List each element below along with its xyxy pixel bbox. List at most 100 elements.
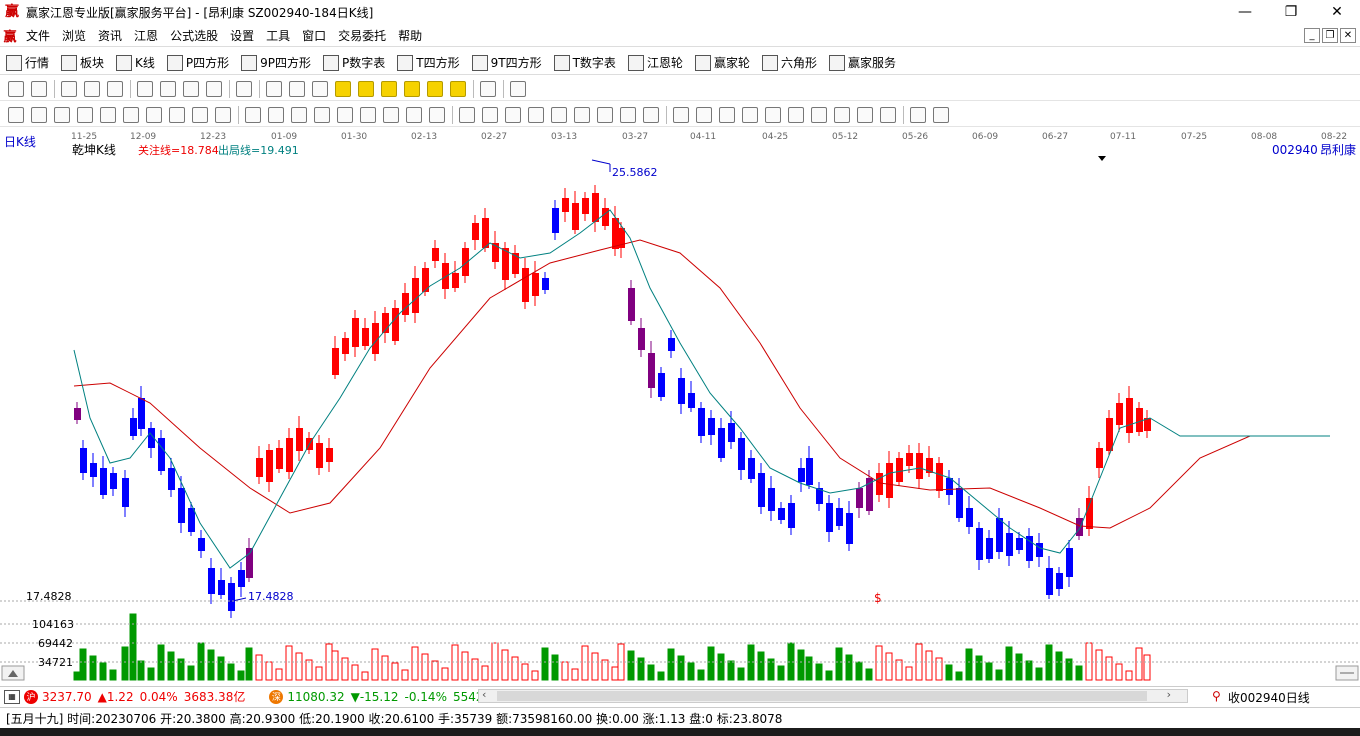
draw-tool-19-icon[interactable]: [480, 80, 496, 97]
draw-tool-3-icon[interactable]: [84, 80, 100, 97]
menu-gann[interactable]: 江恩: [128, 27, 164, 44]
draw-tool-16-icon[interactable]: [404, 80, 420, 97]
analysis-tool-39-icon[interactable]: [933, 106, 949, 123]
toolbar-item-5[interactable]: P数字表: [323, 54, 385, 71]
analysis-tool-13-icon[interactable]: [314, 106, 330, 123]
analysis-tool-6-icon[interactable]: [146, 106, 162, 123]
analysis-tool-8-icon[interactable]: [192, 106, 208, 123]
analysis-tool-27-icon[interactable]: [643, 106, 659, 123]
analysis-tool-11-icon[interactable]: [268, 106, 284, 123]
analysis-tool-16-icon[interactable]: [383, 106, 399, 123]
analysis-tool-17-icon[interactable]: [406, 106, 422, 123]
dropdown-arrow-icon[interactable]: [1098, 156, 1106, 161]
draw-tool-20-icon[interactable]: [510, 80, 526, 97]
minimize-button[interactable]: —: [1222, 0, 1268, 24]
scrollbar-thumb[interactable]: [497, 691, 1147, 701]
menu-browse[interactable]: 浏览: [56, 27, 92, 44]
analysis-tool-31-icon[interactable]: [742, 106, 758, 123]
toolbar-item-10[interactable]: 赢家轮: [694, 54, 750, 71]
toolbar-item-6[interactable]: T四方形: [397, 54, 460, 71]
sh-index-icon[interactable]: 沪: [24, 689, 38, 704]
analysis-tool-30-icon[interactable]: [719, 106, 735, 123]
analysis-tool-26-icon[interactable]: [620, 106, 636, 123]
analysis-tool-10-icon[interactable]: [245, 106, 261, 123]
analysis-tool-3-icon[interactable]: [77, 106, 93, 123]
mdi-minimize-button[interactable]: _: [1304, 28, 1320, 43]
toolbar-item-0[interactable]: 行情: [6, 54, 49, 71]
close-button[interactable]: ✕: [1314, 0, 1360, 24]
analysis-tool-4-icon[interactable]: [100, 106, 116, 123]
analysis-tool-20-icon[interactable]: [482, 106, 498, 123]
draw-tool-10-icon[interactable]: [266, 80, 282, 97]
menu-file[interactable]: 文件: [20, 27, 56, 44]
draw-tool-12-icon[interactable]: [312, 80, 328, 97]
analysis-tool-18-icon[interactable]: [429, 106, 445, 123]
draw-tool-11-icon[interactable]: [289, 80, 305, 97]
analysis-tool-22-icon[interactable]: [528, 106, 544, 123]
scroll-right-icon[interactable]: ›: [1167, 688, 1171, 701]
kline-chart[interactable]: 11-25 12-09 12-23 01-09 01-30 02-13 02-27 03-13…: [0, 128, 1360, 688]
toolbar-item-7[interactable]: 9T四方形: [471, 54, 542, 71]
draw-tool-17-icon[interactable]: [427, 80, 443, 97]
analysis-tool-33-icon[interactable]: [788, 106, 804, 123]
menu-app-icon[interactable]: 赢: [0, 26, 20, 45]
menu-help[interactable]: 帮助: [392, 27, 428, 44]
menu-settings[interactable]: 设置: [224, 27, 260, 44]
draw-tool-2-icon[interactable]: [61, 80, 77, 97]
kline-svg[interactable]: 11-25 12-09 12-23 01-09 01-30 02-13 02-27 03-13…: [0, 128, 1360, 686]
draw-tool-18-icon[interactable]: [450, 80, 466, 97]
mdi-close-button[interactable]: ✕: [1340, 28, 1356, 43]
draw-tool-6-icon[interactable]: [160, 80, 176, 97]
menu-info[interactable]: 资讯: [92, 27, 128, 44]
toolbar-item-2[interactable]: K线: [116, 54, 155, 71]
analysis-tool-12-icon[interactable]: [291, 106, 307, 123]
toolbar-item-9[interactable]: 江恩轮: [627, 54, 683, 71]
draw-tool-4-icon[interactable]: [107, 80, 123, 97]
menu-tools[interactable]: 工具: [260, 27, 296, 44]
analysis-tool-9-icon[interactable]: [215, 106, 231, 123]
draw-tool-9-icon[interactable]: [236, 80, 252, 97]
horizontal-scrollbar[interactable]: ‹ ›: [478, 688, 1188, 703]
analysis-tool-37-icon[interactable]: [880, 106, 896, 123]
mdi-restore-button[interactable]: ❐: [1322, 28, 1338, 43]
grid-icon[interactable]: ▦: [4, 689, 20, 704]
draw-tool-7-icon[interactable]: [183, 80, 199, 97]
draw-tool-5-icon[interactable]: [137, 80, 153, 97]
analysis-tool-25-icon[interactable]: [597, 106, 613, 123]
analysis-tool-0-icon[interactable]: [8, 106, 24, 123]
draw-tool-15-icon[interactable]: [381, 80, 397, 97]
analysis-tool-19-icon[interactable]: [459, 106, 475, 123]
analysis-tool-34-icon[interactable]: [811, 106, 827, 123]
analysis-tool-7-icon[interactable]: [169, 106, 185, 123]
toolbar-item-12[interactable]: 赢家服务: [828, 54, 896, 71]
analysis-tool-24-icon[interactable]: [574, 106, 590, 123]
analysis-tool-28-icon[interactable]: [673, 106, 689, 123]
toolbar-item-11[interactable]: 六角形: [761, 54, 817, 71]
draw-tool-0-icon[interactable]: [8, 80, 24, 97]
menu-window[interactable]: 窗口: [296, 27, 332, 44]
analysis-tool-15-icon[interactable]: [360, 106, 376, 123]
toolbar-item-1[interactable]: 板块: [61, 54, 104, 71]
menu-trade[interactable]: 交易委托: [332, 27, 392, 44]
analysis-tool-21-icon[interactable]: [505, 106, 521, 123]
maximize-button[interactable]: ❐: [1268, 0, 1314, 24]
draw-tool-1-icon[interactable]: [31, 80, 47, 97]
sz-index-icon[interactable]: 深: [269, 689, 284, 704]
analysis-tool-32-icon[interactable]: [765, 106, 781, 123]
draw-tool-14-icon[interactable]: [358, 80, 374, 97]
analysis-tool-2-icon[interactable]: [54, 106, 70, 123]
toolbar-item-8[interactable]: T数字表: [553, 54, 616, 71]
analysis-tool-14-icon[interactable]: [337, 106, 353, 123]
analysis-tool-5-icon[interactable]: [123, 106, 139, 123]
analysis-tool-1-icon[interactable]: [31, 106, 47, 123]
draw-tool-8-icon[interactable]: [206, 80, 222, 97]
menu-formula[interactable]: 公式选股: [164, 27, 224, 44]
draw-tool-13-icon[interactable]: [335, 80, 351, 97]
analysis-tool-29-icon[interactable]: [696, 106, 712, 123]
analysis-tool-23-icon[interactable]: [551, 106, 567, 123]
analysis-tool-35-icon[interactable]: [834, 106, 850, 123]
analysis-tool-36-icon[interactable]: [857, 106, 873, 123]
scroll-left-icon[interactable]: ‹: [482, 688, 486, 701]
toolbar-item-4[interactable]: 9P四方形: [241, 54, 311, 71]
analysis-tool-38-icon[interactable]: [910, 106, 926, 123]
